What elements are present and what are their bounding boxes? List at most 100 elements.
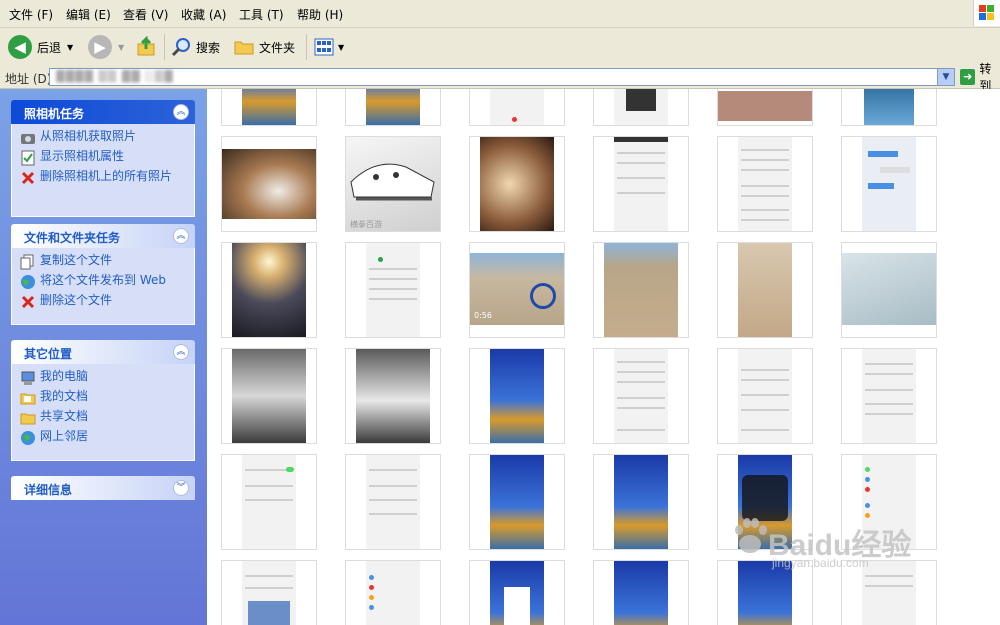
thumbnail[interactable] [593, 136, 689, 232]
thumbnail[interactable] [345, 348, 441, 444]
task-publish-web[interactable]: 将这个文件发布到 Web [20, 274, 190, 290]
thumbnail[interactable] [593, 560, 689, 625]
thumbnail[interactable] [717, 348, 813, 444]
thumbnail[interactable] [717, 242, 813, 338]
task-label: 复制这个文件 [40, 253, 113, 267]
task-camera-properties[interactable]: 显示照相机属性 [20, 150, 190, 166]
task-delete-all[interactable]: 删除照相机上的所有照片 [20, 170, 190, 186]
thumbnail[interactable] [841, 136, 937, 232]
menu-favorites[interactable]: 收藏 (A) [181, 6, 226, 23]
forward-button[interactable]: ▶ ▼ [88, 32, 124, 62]
thumbnail[interactable] [469, 348, 565, 444]
thumbnail[interactable] [593, 89, 689, 126]
collapse-chevron-icon[interactable]: ︽ [173, 104, 189, 120]
phone-screenshot [862, 349, 916, 443]
thumbnail[interactable] [717, 136, 813, 232]
thumbnail[interactable] [469, 89, 565, 126]
views-button[interactable]: ▼ [313, 32, 344, 62]
menu-edit[interactable]: 编辑 (E) [66, 6, 111, 23]
thumbnail[interactable] [469, 136, 565, 232]
phone-screenshot [614, 349, 668, 443]
panel-title: 照相机任务 [24, 107, 85, 121]
phone-screenshot [366, 561, 420, 625]
panel-title: 详细信息 [24, 483, 73, 497]
documents-folder-icon [20, 390, 36, 406]
menu-help[interactable]: 帮助 (H) [297, 6, 343, 23]
expand-chevron-icon[interactable]: ︾ [173, 480, 189, 496]
thumbnail[interactable] [345, 560, 441, 625]
thumbnail[interactable] [593, 454, 689, 550]
chevron-down-icon[interactable]: ▼ [118, 43, 124, 52]
thumbnail[interactable] [221, 454, 317, 550]
phone-screenshot [614, 89, 668, 125]
search-button[interactable]: 搜索 [170, 32, 220, 62]
thumbnail[interactable] [841, 242, 937, 338]
chevron-down-icon[interactable]: ▼ [338, 43, 344, 52]
task-copy-file[interactable]: 复制这个文件 [20, 254, 190, 270]
thumbnail[interactable] [469, 454, 565, 550]
phone-screenshot [242, 561, 296, 625]
back-button[interactable]: ◀ 后退 ▼ [8, 32, 73, 62]
address-dropdown-icon[interactable]: ▼ [937, 69, 954, 85]
place-my-documents[interactable]: 我的文档 [20, 390, 190, 406]
thumbnail[interactable] [221, 242, 317, 338]
toolbar: ◀ 后退 ▼ ▶ ▼ 搜索 文件夹 ▼ [0, 28, 1000, 67]
menu-bar: 文件 (F) 编辑 (E) 查看 (V) 收藏 (A) 工具 (T) 帮助 (H… [0, 0, 1000, 28]
place-label: 共享文档 [40, 409, 89, 423]
panel-title: 其它位置 [24, 347, 73, 361]
collapse-chevron-icon[interactable]: ︽ [173, 344, 189, 360]
thumbnail[interactable] [841, 348, 937, 444]
thumbnail[interactable] [345, 454, 441, 550]
photo-shoes [346, 137, 440, 231]
task-delete-file[interactable]: 删除这个文件 [20, 294, 190, 310]
thumbnail[interactable] [593, 348, 689, 444]
thumbnail[interactable] [345, 242, 441, 338]
photo-dog [222, 149, 316, 219]
menu-file[interactable]: 文件 (F) [9, 6, 53, 23]
photo-park: 0:56 [470, 253, 564, 325]
thumbnail[interactable] [593, 242, 689, 338]
phone-screenshot [242, 89, 296, 125]
panel-header[interactable]: 文件和文件夹任务 ︽ [11, 224, 195, 248]
panel-header[interactable]: 详细信息 ︾ [11, 476, 195, 500]
up-folder-icon [137, 36, 155, 56]
thumbnail[interactable] [345, 89, 441, 126]
thumbnail[interactable] [469, 560, 565, 625]
search-icon [171, 38, 190, 57]
phone-screenshot [614, 137, 668, 231]
file-folder-tasks-panel: 文件和文件夹任务 ︽ 复制这个文件 将这个文件发布到 Web 删除这个文件 [11, 224, 195, 325]
thumbnail[interactable] [221, 348, 317, 444]
task-pane: 照相机任务 ︽ 从照相机获取照片 显示照相机属性 删除照相机上的所有照片 文件和… [0, 89, 207, 625]
phone-homescreen [490, 455, 544, 549]
place-network[interactable]: 网上邻居 [20, 430, 190, 446]
thumbnail[interactable] [221, 89, 317, 126]
place-shared-documents[interactable]: 共享文档 [20, 410, 190, 426]
folders-button[interactable]: 文件夹 [233, 32, 295, 62]
place-my-computer[interactable]: 我的电脑 [20, 370, 190, 386]
thumbnail[interactable]: 横拳百游 [345, 136, 441, 232]
up-folder-button[interactable] [136, 32, 158, 62]
thumbnail[interactable] [841, 89, 937, 126]
menu-tools[interactable]: 工具 (T) [239, 6, 284, 23]
photo [718, 91, 812, 121]
thumbnail[interactable] [717, 89, 813, 126]
chevron-down-icon[interactable]: ▼ [67, 43, 73, 52]
address-label: 地址 (D) [5, 72, 52, 86]
go-button[interactable]: ➜ 转到 [960, 62, 1000, 93]
thumbnail[interactable] [221, 136, 317, 232]
copy-icon [20, 254, 36, 270]
baidu-paw-icon [735, 518, 767, 553]
collapse-chevron-icon[interactable]: ︽ [173, 228, 189, 244]
panel-header[interactable]: 其它位置 ︽ [11, 340, 195, 364]
menu-view[interactable]: 查看 (V) [123, 6, 168, 23]
thumbnail[interactable] [221, 560, 317, 625]
address-input[interactable]: ▓▓▓▓ ▒▒ ▓▓ ░▒▓ ▼ [49, 68, 955, 86]
task-get-photos[interactable]: 从照相机获取照片 [20, 130, 190, 146]
delete-x-icon [20, 170, 36, 186]
address-value: ▓▓▓▓ ▒▒ ▓▓ ░▒▓ [56, 70, 174, 83]
thumbnail[interactable]: 0:56 [469, 242, 565, 338]
camera-icon [20, 130, 36, 146]
panel-header[interactable]: 照相机任务 ︽ [11, 100, 195, 124]
photo [864, 89, 914, 125]
panel-body: 从照相机获取照片 显示照相机属性 删除照相机上的所有照片 [11, 124, 195, 217]
